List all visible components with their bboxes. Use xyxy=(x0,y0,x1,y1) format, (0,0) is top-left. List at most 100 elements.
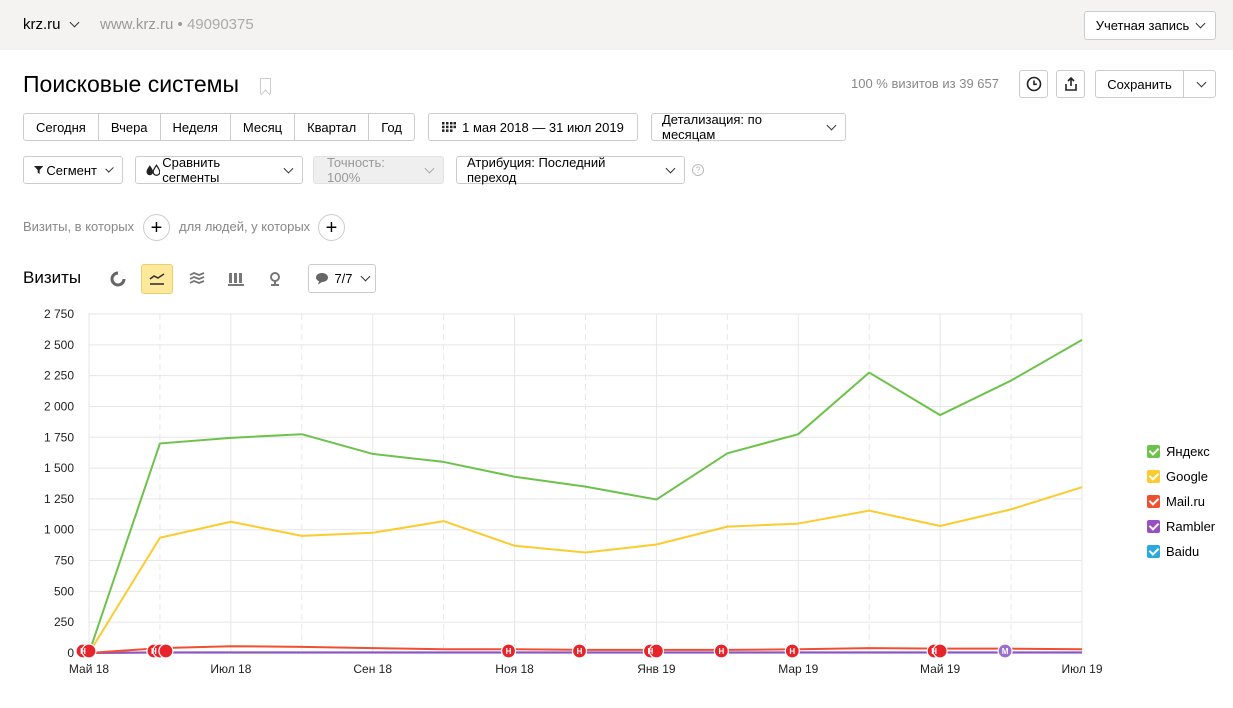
annotation-label: Н xyxy=(718,647,724,656)
date-range-label: 1 мая 2018 — 31 июл 2019 xyxy=(462,119,624,135)
chevron-down-icon xyxy=(424,163,435,173)
legend-label: Mail.ru xyxy=(1166,494,1206,509)
segment-dropdown[interactable]: Сегмент xyxy=(23,156,123,184)
accuracy-dropdown[interactable]: Точность: 100% xyxy=(313,155,444,185)
history-button[interactable] xyxy=(1019,70,1048,98)
annotation-label: М xyxy=(1002,647,1009,656)
site-url[interactable]: www.krz.ru xyxy=(100,16,173,33)
y-tick-label: 500 xyxy=(54,584,74,598)
chevron-down-icon xyxy=(283,163,294,173)
chevron-down-icon xyxy=(665,163,676,173)
legend-label: Яндекс xyxy=(1166,444,1210,459)
period-year[interactable]: Год xyxy=(369,114,414,140)
annotation-label: Н xyxy=(151,647,157,656)
y-tick-label: 750 xyxy=(54,554,74,568)
date-range-button[interactable]: 1 мая 2018 — 31 июл 2019 xyxy=(428,113,638,141)
checkbox-icon[interactable] xyxy=(1147,495,1160,508)
export-button[interactable] xyxy=(1056,70,1085,98)
checkbox-icon[interactable] xyxy=(1147,520,1160,533)
map-view-button[interactable] xyxy=(259,264,291,294)
legend-item[interactable]: Rambler xyxy=(1147,514,1215,539)
period-month[interactable]: Месяц xyxy=(231,114,296,140)
filter-icon xyxy=(34,166,44,174)
annotation-label: Н xyxy=(931,647,937,656)
chevron-down-icon xyxy=(1195,18,1206,29)
x-axis-ticks: Май 18 Июл 18 Сен 18 Ноя 18 Янв 19 Мар 19 Май … xyxy=(69,662,1103,676)
detail-dropdown[interactable]: Детализация: по месяцам xyxy=(651,112,846,142)
area-chart-view-button[interactable] xyxy=(181,264,213,294)
checkbox-icon[interactable] xyxy=(1147,470,1160,483)
share-icon xyxy=(1064,76,1077,91)
annotation-label: Н xyxy=(789,647,795,656)
page-title: Поисковые системы xyxy=(23,71,239,97)
save-button[interactable]: Сохранить xyxy=(1096,71,1184,97)
counter-id: 49090375 xyxy=(186,16,254,33)
drops-icon xyxy=(146,164,161,176)
y-tick-label: 2 750 xyxy=(44,307,74,321)
x-tick-label: Июл 18 xyxy=(210,662,251,676)
pie-chart-view-button[interactable] xyxy=(102,264,134,294)
detail-label: Детализация: по месяцам xyxy=(662,112,762,142)
chart-grid xyxy=(88,313,1083,654)
y-tick-label: 2 000 xyxy=(44,399,74,413)
y-tick-label: 2 250 xyxy=(44,369,74,383)
annotation-marker[interactable] xyxy=(158,643,174,659)
chart-legend: Яндекс Google Mail.ru Rambler Baidu xyxy=(1147,439,1215,564)
compare-segments-dropdown[interactable]: Сравнить сегменты xyxy=(135,155,303,185)
attribution-label: Атрибуция: Последний переход xyxy=(467,155,606,185)
annotation-label: Н xyxy=(577,647,583,656)
accuracy-label: Точность: 100% xyxy=(327,155,385,185)
checkbox-icon[interactable] xyxy=(1147,545,1160,558)
plus-icon: + xyxy=(325,216,338,239)
x-tick-label: Ноя 18 xyxy=(495,662,534,676)
y-tick-label: 250 xyxy=(54,615,74,629)
legend-item[interactable]: Baidu xyxy=(1147,539,1215,564)
account-button[interactable]: Учетная запись xyxy=(1084,11,1216,40)
account-label: Учетная запись xyxy=(1095,18,1190,33)
attribution-dropdown[interactable]: Атрибуция: Последний переход xyxy=(456,155,685,185)
period-selector: Сегодня Вчера Неделя Месяц Квартал Год xyxy=(23,113,415,141)
chevron-down-icon xyxy=(826,120,837,130)
x-tick-label: Янв 19 xyxy=(637,662,676,676)
stacked-area-icon xyxy=(189,272,205,284)
legend-label: Rambler xyxy=(1166,519,1216,534)
clock-icon xyxy=(1026,76,1041,92)
x-tick-label: Июл 19 xyxy=(1061,662,1102,676)
map-pin-icon xyxy=(270,272,280,286)
legend-item[interactable]: Яндекс xyxy=(1147,439,1215,464)
save-options-button[interactable] xyxy=(1184,71,1215,97)
period-quarter[interactable]: Квартал xyxy=(295,114,370,140)
add-people-condition-button[interactable]: + xyxy=(318,214,345,241)
comment-icon xyxy=(316,273,329,285)
chevron-down-icon xyxy=(105,163,114,173)
y-axis-ticks: 0 250 500 750 1 000 1 250 1 500 1 750 2 000 2 250… xyxy=(44,307,74,660)
y-tick-label: 0 xyxy=(67,646,74,660)
notes-dropdown[interactable]: 7/7 xyxy=(308,264,376,293)
visits-share: 100 % визитов из 39 657 xyxy=(850,76,999,91)
y-tick-label: 1 500 xyxy=(44,461,74,475)
notes-count: 7/7 xyxy=(334,271,353,286)
help-icon[interactable]: ? xyxy=(692,164,704,176)
x-tick-label: Мар 19 xyxy=(778,662,818,676)
x-tick-label: Сен 18 xyxy=(353,662,392,676)
period-yesterday[interactable]: Вчера xyxy=(99,114,161,140)
plus-icon: + xyxy=(150,216,163,239)
bar-chart-view-button[interactable] xyxy=(220,264,252,294)
site-selector[interactable]: krz.ru xyxy=(23,16,79,33)
line-chart-view-button[interactable] xyxy=(141,264,173,294)
legend-item[interactable]: Mail.ru xyxy=(1147,489,1215,514)
checkbox-icon[interactable] xyxy=(1147,445,1160,458)
calendar-icon xyxy=(442,122,457,132)
add-visit-condition-button[interactable]: + xyxy=(143,214,170,241)
y-tick-label: 1 000 xyxy=(44,523,74,537)
chevron-down-icon xyxy=(360,271,370,282)
people-filter-label: для людей, у которых xyxy=(179,219,311,234)
annotation-label: Н xyxy=(506,647,512,656)
bookmark-icon[interactable] xyxy=(260,78,271,94)
x-tick-label: Май 19 xyxy=(920,662,961,676)
period-today[interactable]: Сегодня xyxy=(24,114,99,140)
top-bar: krz.ru www.krz.ru • 49090375 Учетная зап… xyxy=(0,0,1233,50)
legend-item[interactable]: Google xyxy=(1147,464,1215,489)
site-name: krz.ru xyxy=(23,16,61,33)
period-week[interactable]: Неделя xyxy=(161,114,231,140)
